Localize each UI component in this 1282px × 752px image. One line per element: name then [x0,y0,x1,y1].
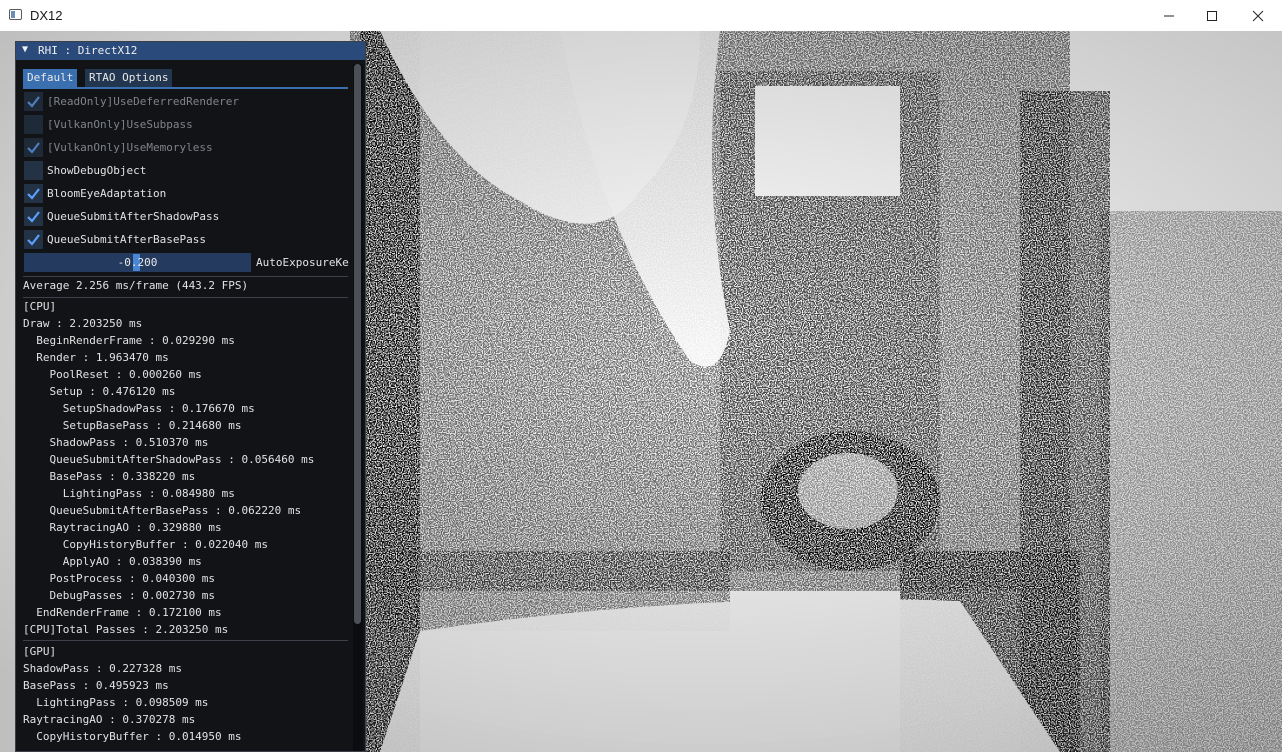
tab-rtao-options[interactable]: RTAO Options [85,69,173,87]
collapse-triangle-icon[interactable]: ▼ [22,44,28,55]
stat-line: RaytracingAO : 0.370278 ms [23,713,196,726]
stat-line: [CPU] [23,300,57,313]
stat-line: CopyHistoryBuffer : 0.014950 ms [23,730,242,743]
checkmark-icon [27,188,40,200]
app-window-icon[interactable] [9,9,22,20]
auto-exposure-slider[interactable]: -0.200 [24,253,251,272]
checkbox-label: [ReadOnly]UseDeferredRenderer [47,95,240,108]
minimize-button[interactable] [1146,0,1192,31]
maximize-icon [1207,10,1217,21]
window-titlebar: DX12 [0,0,1282,32]
checkbox [24,115,43,134]
average-frame-time: Average 2.256 ms/frame (443.2 FPS) [23,279,249,292]
stat-line: BeginRenderFrame : 0.029290 ms [23,334,235,347]
tab-underline [23,87,348,89]
checkmark-icon [27,234,40,246]
separator [23,640,348,641]
stat-line: ApplyAO : 0.038390 ms [23,555,202,568]
checkbox[interactable] [24,184,43,203]
panel-header[interactable]: ▼ RHI : DirectX12 [16,42,365,60]
checkbox-label: QueueSubmitAfterShadowPass [47,210,220,223]
tab-default[interactable]: Default [23,69,78,87]
stat-line: BasePass : 0.338220 ms [23,470,196,483]
panel-scrollbar[interactable] [353,64,363,751]
panel-title: RHI : DirectX12 [38,44,138,57]
checkbox-label: BloomEyeAdaptation [47,187,167,200]
stat-line: CopyHistoryBuffer : 0.022040 ms [23,538,269,551]
stat-line: Setup : 0.476120 ms [23,385,176,398]
stat-line: [GPU] [23,645,57,658]
stat-line: [CPU]Total Passes : 2.203250 ms [23,623,229,636]
close-button[interactable] [1235,0,1281,31]
window-title: DX12 [30,8,63,23]
stat-line: SetupBasePass : 0.214680 ms [23,419,242,432]
checkbox[interactable] [24,207,43,226]
rhi-debug-panel[interactable]: ▼ RHI : DirectX12 Default RTAO Options [… [15,41,366,752]
checkbox-label: QueueSubmitAfterBasePass [47,233,206,246]
stat-line: BasePass : 0.495923 ms [23,679,169,692]
checkmark-icon [27,142,40,154]
checkmark-icon [27,96,40,108]
minimize-icon [1164,15,1174,16]
maximize-button[interactable] [1189,0,1235,31]
stat-line: QueueSubmitAfterShadowPass : 0.056460 ms [23,453,315,466]
slider-label: AutoExposureKe [256,256,349,269]
scrollbar-thumb[interactable] [354,64,361,624]
checkbox[interactable] [24,230,43,249]
stat-line: PostProcess : 0.040300 ms [23,572,216,585]
checkbox [24,92,43,111]
checkbox-label: [VulkanOnly]UseMemoryless [47,141,213,154]
stat-line: PoolReset : 0.000260 ms [23,368,202,381]
checkbox[interactable] [24,161,43,180]
stat-line: Draw : 2.203250 ms [23,317,143,330]
stat-line: SetupShadowPass : 0.176670 ms [23,402,255,415]
checkbox-label: [VulkanOnly]UseSubpass [47,118,193,131]
stat-line: LightingPass : 0.098509 ms [23,696,209,709]
separator [23,276,348,277]
separator [23,297,348,298]
stat-line: ShadowPass : 0.227328 ms [23,662,182,675]
stat-line: ShadowPass : 0.510370 ms [23,436,209,449]
close-icon [1252,10,1264,21]
stat-line: LightingPass : 0.084980 ms [23,487,235,500]
stat-line: DebugPasses : 0.002730 ms [23,589,216,602]
checkmark-icon [27,211,40,223]
checkbox-label: ShowDebugObject [47,164,147,177]
stat-line: RaytracingAO : 0.329880 ms [23,521,222,534]
stat-line: EndRenderFrame : 0.172100 ms [23,606,222,619]
stat-line: Render : 1.963470 ms [23,351,169,364]
slider-value: -0.200 [117,256,158,269]
checkbox [24,138,43,157]
stat-line: QueueSubmitAfterBasePass : 0.062220 ms [23,504,302,517]
